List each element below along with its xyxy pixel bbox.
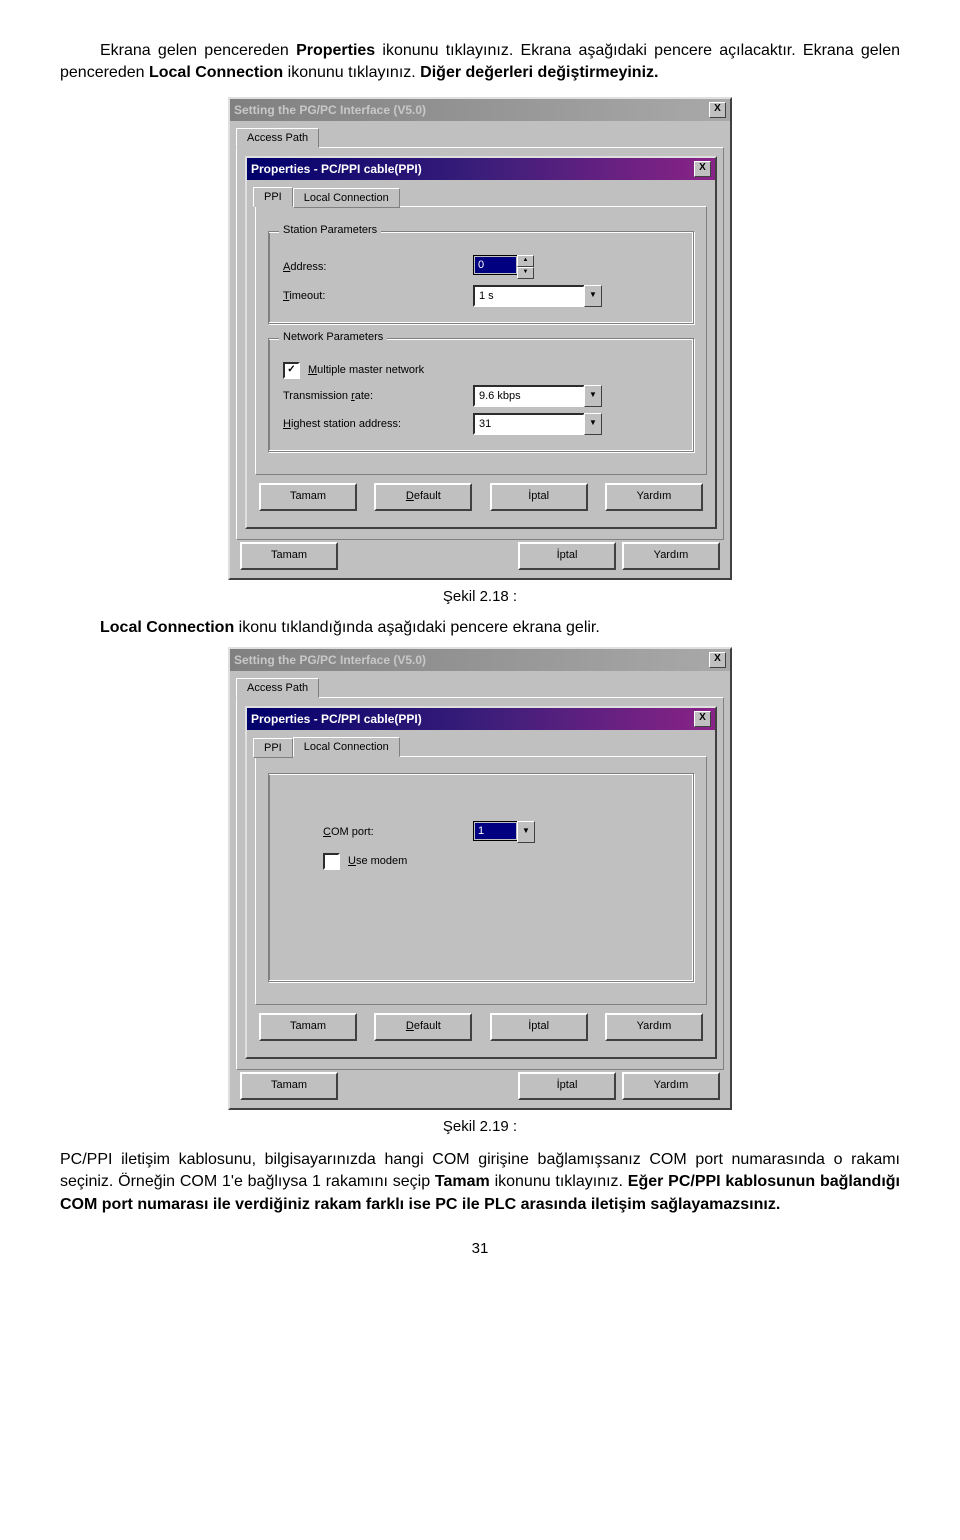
tamam-button[interactable]: Tamam bbox=[240, 1072, 338, 1100]
default-button[interactable]: Default bbox=[374, 1013, 472, 1041]
spin-up-icon[interactable]: ▲ bbox=[517, 255, 534, 267]
text: ikonunu tıklayınız. bbox=[283, 64, 420, 81]
close-icon[interactable]: X bbox=[694, 161, 711, 177]
outer-titlebar[interactable]: Setting the PG/PC Interface (V5.0) X bbox=[230, 649, 730, 671]
text: ikonu tıklandığında aşağıdaki pencere ek… bbox=[234, 619, 600, 636]
iptal-button[interactable]: İptal bbox=[518, 542, 616, 570]
yardim-button[interactable]: Yardım bbox=[622, 542, 720, 570]
intro-paragraph: Ekrana gelen pencereden Properties ikonu… bbox=[60, 40, 900, 85]
tamam-button[interactable]: Tamam bbox=[259, 1013, 357, 1041]
multiple-master-checkbox[interactable]: ✓ bbox=[283, 362, 300, 379]
page-number: 31 bbox=[60, 1240, 900, 1257]
properties-dialog-2: Properties - PC/PPI cable(PPI) X PPI Loc… bbox=[245, 706, 717, 1059]
inner-tabstrip: PPI Local Connection bbox=[247, 180, 715, 206]
properties-dialog: Properties - PC/PPI cable(PPI) X PPI Loc… bbox=[245, 156, 717, 529]
inner-title-text: Properties - PC/PPI cable(PPI) bbox=[251, 162, 422, 176]
local-connection-tabpanel: COM port: 1 ▼ Use modem bbox=[255, 756, 707, 1005]
transmission-rate-select[interactable]: 9.6 kbps bbox=[473, 385, 585, 407]
figure-caption-1: Şekil 2.18 : bbox=[60, 588, 900, 605]
inner-titlebar[interactable]: Properties - PC/PPI cable(PPI) X bbox=[247, 158, 715, 180]
iptal-button[interactable]: İptal bbox=[490, 483, 588, 511]
text: Ekrana gelen pencereden bbox=[100, 42, 296, 59]
tab-access-path[interactable]: Access Path bbox=[236, 678, 319, 698]
text-bold: Local Connection bbox=[100, 619, 234, 636]
close-icon[interactable]: X bbox=[709, 652, 726, 668]
outer-tabstrip: Access Path bbox=[230, 671, 730, 697]
chevron-down-icon[interactable]: ▼ bbox=[584, 385, 602, 407]
com-port-label: COM port: bbox=[323, 826, 473, 838]
tab-local-connection[interactable]: Local Connection bbox=[293, 737, 400, 757]
group-legend: Network Parameters bbox=[279, 331, 387, 343]
address-label: Address: bbox=[283, 261, 473, 273]
outer-tabpanel: Properties - PC/PPI cable(PPI) X PPI Loc… bbox=[236, 147, 724, 540]
outer-button-row: Tamam İptal Yardım bbox=[230, 540, 730, 578]
station-parameters-group: Station Parameters Address: 0 ▲ ▼ bbox=[268, 231, 694, 324]
yardim-button[interactable]: Yardım bbox=[605, 1013, 703, 1041]
inner-button-row: Tamam Default İptal Yardım bbox=[247, 1013, 715, 1049]
spin-down-icon[interactable]: ▼ bbox=[517, 267, 534, 279]
text: ikonunu tıklayınız. bbox=[490, 1173, 628, 1190]
com-port-select[interactable]: 1 bbox=[473, 821, 518, 841]
highest-address-select[interactable]: 31 bbox=[473, 413, 585, 435]
text-bold: Properties bbox=[296, 42, 375, 59]
use-modem-label: Use modem bbox=[348, 855, 407, 867]
default-button[interactable]: Default bbox=[374, 483, 472, 511]
address-spinner[interactable]: ▲ ▼ bbox=[517, 255, 534, 279]
highest-address-label: Highest station address: bbox=[283, 418, 473, 430]
outer-button-row: Tamam İptal Yardım bbox=[230, 1070, 730, 1108]
inner-button-row: Tamam Default İptal Yardım bbox=[247, 483, 715, 519]
middle-paragraph: Local Connection ikonu tıklandığında aşa… bbox=[60, 619, 900, 637]
outer-title-text: Setting the PG/PC Interface (V5.0) bbox=[234, 653, 426, 667]
pgpc-interface-dialog-2: Setting the PG/PC Interface (V5.0) X Acc… bbox=[228, 647, 732, 1110]
text-bold: Diğer değerleri değiştirmeyiniz. bbox=[420, 64, 658, 81]
tab-access-path[interactable]: Access Path bbox=[236, 128, 319, 148]
transmission-rate-label: Transmission rate: bbox=[283, 390, 473, 402]
chevron-down-icon[interactable]: ▼ bbox=[584, 413, 602, 435]
text-bold: Tamam bbox=[435, 1173, 490, 1190]
yardim-button[interactable]: Yardım bbox=[622, 1072, 720, 1100]
close-icon[interactable]: X bbox=[694, 711, 711, 727]
inner-tabstrip: PPI Local Connection bbox=[247, 730, 715, 756]
figure-caption-2: Şekil 2.19 : bbox=[60, 1118, 900, 1135]
outer-title-text: Setting the PG/PC Interface (V5.0) bbox=[234, 103, 426, 117]
tab-ppi[interactable]: PPI bbox=[253, 738, 293, 758]
ppi-tabpanel: Station Parameters Address: 0 ▲ ▼ bbox=[255, 206, 707, 475]
use-modem-checkbox[interactable] bbox=[323, 853, 340, 870]
inner-title-text: Properties - PC/PPI cable(PPI) bbox=[251, 712, 422, 726]
chevron-down-icon[interactable]: ▼ bbox=[584, 285, 602, 307]
tamam-button[interactable]: Tamam bbox=[240, 542, 338, 570]
chevron-down-icon[interactable]: ▼ bbox=[517, 821, 535, 843]
pgpc-interface-dialog: Setting the PG/PC Interface (V5.0) X Acc… bbox=[228, 97, 732, 580]
outer-tabpanel: Properties - PC/PPI cable(PPI) X PPI Loc… bbox=[236, 697, 724, 1070]
outer-titlebar[interactable]: Setting the PG/PC Interface (V5.0) X bbox=[230, 99, 730, 121]
inner-titlebar[interactable]: Properties - PC/PPI cable(PPI) X bbox=[247, 708, 715, 730]
multiple-master-label: Multiple master network bbox=[308, 364, 424, 376]
outer-tabstrip: Access Path bbox=[230, 121, 730, 147]
tab-ppi[interactable]: PPI bbox=[253, 187, 293, 207]
iptal-button[interactable]: İptal bbox=[490, 1013, 588, 1041]
iptal-button[interactable]: İptal bbox=[518, 1072, 616, 1100]
tab-local-connection[interactable]: Local Connection bbox=[293, 188, 400, 208]
group-legend: Station Parameters bbox=[279, 224, 381, 236]
tamam-button[interactable]: Tamam bbox=[259, 483, 357, 511]
timeout-select[interactable]: 1 s bbox=[473, 285, 585, 307]
close-icon[interactable]: X bbox=[709, 102, 726, 118]
address-input[interactable]: 0 bbox=[473, 255, 518, 275]
network-parameters-group: Network Parameters ✓ Multiple master net… bbox=[268, 338, 694, 452]
outro-paragraph: PC/PPI iletişim kablosunu, bilgisayarını… bbox=[60, 1149, 900, 1216]
text-bold: Local Connection bbox=[149, 64, 283, 81]
yardim-button[interactable]: Yardım bbox=[605, 483, 703, 511]
com-group: COM port: 1 ▼ Use modem bbox=[268, 773, 694, 982]
timeout-label: Timeout: bbox=[283, 290, 473, 302]
